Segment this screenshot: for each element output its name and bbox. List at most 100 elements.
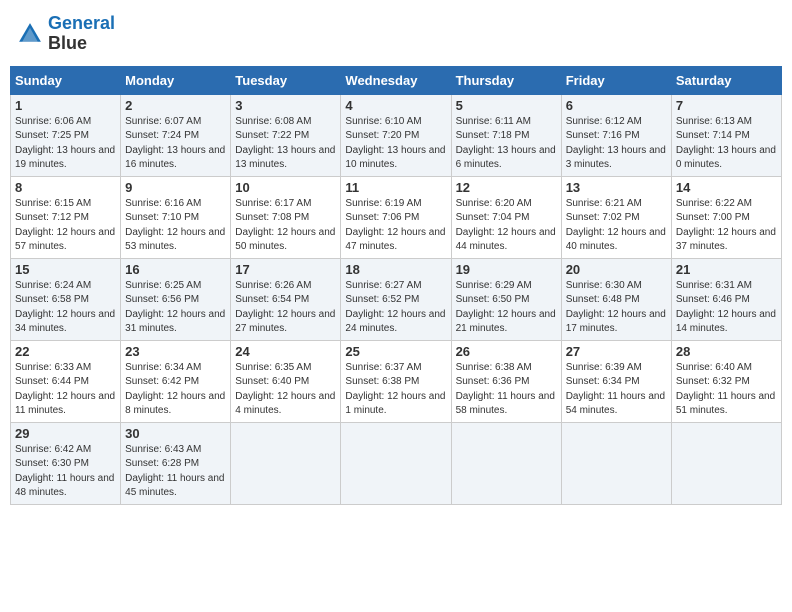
- day-detail: Sunrise: 6:24 AMSunset: 6:58 PMDaylight:…: [15, 280, 115, 335]
- day-number: 23: [125, 344, 226, 359]
- day-number: 3: [235, 98, 336, 113]
- day-number: 20: [566, 262, 667, 277]
- day-number: 18: [345, 262, 446, 277]
- day-number: 14: [676, 180, 777, 195]
- day-detail: Sunrise: 6:34 AMSunset: 6:42 PMDaylight:…: [125, 362, 225, 417]
- day-detail: Sunrise: 6:26 AMSunset: 6:54 PMDaylight:…: [235, 280, 335, 335]
- calendar-cell: 25 Sunrise: 6:37 AMSunset: 6:38 PMDaylig…: [341, 340, 451, 422]
- calendar-cell: 16 Sunrise: 6:25 AMSunset: 6:56 PMDaylig…: [121, 258, 231, 340]
- calendar-cell: 11 Sunrise: 6:19 AMSunset: 7:06 PMDaylig…: [341, 176, 451, 258]
- day-detail: Sunrise: 6:40 AMSunset: 6:32 PMDaylight:…: [676, 362, 775, 417]
- day-detail: Sunrise: 6:31 AMSunset: 6:46 PMDaylight:…: [676, 280, 776, 335]
- calendar-cell: 27 Sunrise: 6:39 AMSunset: 6:34 PMDaylig…: [561, 340, 671, 422]
- day-detail: Sunrise: 6:42 AMSunset: 6:30 PMDaylight:…: [15, 444, 114, 499]
- calendar-cell: 1 Sunrise: 6:06 AMSunset: 7:25 PMDayligh…: [11, 94, 121, 176]
- calendar-cell: 4 Sunrise: 6:10 AMSunset: 7:20 PMDayligh…: [341, 94, 451, 176]
- calendar-cell: 24 Sunrise: 6:35 AMSunset: 6:40 PMDaylig…: [231, 340, 341, 422]
- calendar-cell: 2 Sunrise: 6:07 AMSunset: 7:24 PMDayligh…: [121, 94, 231, 176]
- calendar-cell: 19 Sunrise: 6:29 AMSunset: 6:50 PMDaylig…: [451, 258, 561, 340]
- calendar-cell: 17 Sunrise: 6:26 AMSunset: 6:54 PMDaylig…: [231, 258, 341, 340]
- day-detail: Sunrise: 6:37 AMSunset: 6:38 PMDaylight:…: [345, 362, 445, 417]
- day-number: 13: [566, 180, 667, 195]
- day-detail: Sunrise: 6:20 AMSunset: 7:04 PMDaylight:…: [456, 198, 556, 253]
- calendar-cell: [231, 422, 341, 504]
- logo-icon: [16, 20, 44, 48]
- calendar-cell: 14 Sunrise: 6:22 AMSunset: 7:00 PMDaylig…: [671, 176, 781, 258]
- weekday-header-saturday: Saturday: [671, 66, 781, 94]
- day-number: 9: [125, 180, 226, 195]
- day-number: 1: [15, 98, 116, 113]
- day-detail: Sunrise: 6:06 AMSunset: 7:25 PMDaylight:…: [15, 116, 115, 171]
- day-detail: Sunrise: 6:30 AMSunset: 6:48 PMDaylight:…: [566, 280, 666, 335]
- day-detail: Sunrise: 6:33 AMSunset: 6:44 PMDaylight:…: [15, 362, 115, 417]
- weekday-header-wednesday: Wednesday: [341, 66, 451, 94]
- day-detail: Sunrise: 6:10 AMSunset: 7:20 PMDaylight:…: [345, 116, 445, 171]
- day-detail: Sunrise: 6:29 AMSunset: 6:50 PMDaylight:…: [456, 280, 556, 335]
- day-detail: Sunrise: 6:16 AMSunset: 7:10 PMDaylight:…: [125, 198, 225, 253]
- day-detail: Sunrise: 6:25 AMSunset: 6:56 PMDaylight:…: [125, 280, 225, 335]
- day-number: 7: [676, 98, 777, 113]
- calendar-cell: 13 Sunrise: 6:21 AMSunset: 7:02 PMDaylig…: [561, 176, 671, 258]
- day-detail: Sunrise: 6:11 AMSunset: 7:18 PMDaylight:…: [456, 116, 556, 171]
- logo-text: GeneralBlue: [48, 14, 115, 54]
- day-detail: Sunrise: 6:13 AMSunset: 7:14 PMDaylight:…: [676, 116, 776, 171]
- calendar-cell: 30 Sunrise: 6:43 AMSunset: 6:28 PMDaylig…: [121, 422, 231, 504]
- day-number: 24: [235, 344, 336, 359]
- day-detail: Sunrise: 6:07 AMSunset: 7:24 PMDaylight:…: [125, 116, 225, 171]
- calendar-cell: 10 Sunrise: 6:17 AMSunset: 7:08 PMDaylig…: [231, 176, 341, 258]
- calendar-cell: 26 Sunrise: 6:38 AMSunset: 6:36 PMDaylig…: [451, 340, 561, 422]
- calendar-cell: 21 Sunrise: 6:31 AMSunset: 6:46 PMDaylig…: [671, 258, 781, 340]
- day-number: 28: [676, 344, 777, 359]
- calendar-cell: 15 Sunrise: 6:24 AMSunset: 6:58 PMDaylig…: [11, 258, 121, 340]
- day-number: 29: [15, 426, 116, 441]
- day-number: 16: [125, 262, 226, 277]
- day-detail: Sunrise: 6:27 AMSunset: 6:52 PMDaylight:…: [345, 280, 445, 335]
- calendar-cell: 18 Sunrise: 6:27 AMSunset: 6:52 PMDaylig…: [341, 258, 451, 340]
- weekday-header-monday: Monday: [121, 66, 231, 94]
- calendar-cell: 9 Sunrise: 6:16 AMSunset: 7:10 PMDayligh…: [121, 176, 231, 258]
- calendar-cell: [671, 422, 781, 504]
- calendar-cell: 5 Sunrise: 6:11 AMSunset: 7:18 PMDayligh…: [451, 94, 561, 176]
- day-number: 17: [235, 262, 336, 277]
- day-detail: Sunrise: 6:21 AMSunset: 7:02 PMDaylight:…: [566, 198, 666, 253]
- day-detail: Sunrise: 6:38 AMSunset: 6:36 PMDaylight:…: [456, 362, 555, 417]
- calendar-cell: 6 Sunrise: 6:12 AMSunset: 7:16 PMDayligh…: [561, 94, 671, 176]
- day-number: 25: [345, 344, 446, 359]
- day-number: 15: [15, 262, 116, 277]
- day-detail: Sunrise: 6:17 AMSunset: 7:08 PMDaylight:…: [235, 198, 335, 253]
- calendar-cell: [561, 422, 671, 504]
- calendar-cell: 8 Sunrise: 6:15 AMSunset: 7:12 PMDayligh…: [11, 176, 121, 258]
- day-number: 27: [566, 344, 667, 359]
- calendar-table: SundayMondayTuesdayWednesdayThursdayFrid…: [10, 66, 782, 505]
- calendar-cell: 28 Sunrise: 6:40 AMSunset: 6:32 PMDaylig…: [671, 340, 781, 422]
- day-number: 26: [456, 344, 557, 359]
- calendar-cell: [341, 422, 451, 504]
- day-number: 21: [676, 262, 777, 277]
- calendar-cell: [451, 422, 561, 504]
- calendar-cell: 20 Sunrise: 6:30 AMSunset: 6:48 PMDaylig…: [561, 258, 671, 340]
- day-number: 8: [15, 180, 116, 195]
- day-number: 2: [125, 98, 226, 113]
- day-number: 12: [456, 180, 557, 195]
- weekday-header-tuesday: Tuesday: [231, 66, 341, 94]
- weekday-header-friday: Friday: [561, 66, 671, 94]
- day-detail: Sunrise: 6:22 AMSunset: 7:00 PMDaylight:…: [676, 198, 776, 253]
- calendar-cell: 7 Sunrise: 6:13 AMSunset: 7:14 PMDayligh…: [671, 94, 781, 176]
- calendar-cell: 12 Sunrise: 6:20 AMSunset: 7:04 PMDaylig…: [451, 176, 561, 258]
- logo: GeneralBlue: [16, 14, 115, 54]
- day-detail: Sunrise: 6:12 AMSunset: 7:16 PMDaylight:…: [566, 116, 666, 171]
- day-number: 4: [345, 98, 446, 113]
- day-number: 19: [456, 262, 557, 277]
- day-number: 5: [456, 98, 557, 113]
- page-header: GeneralBlue: [10, 10, 782, 58]
- calendar-cell: 23 Sunrise: 6:34 AMSunset: 6:42 PMDaylig…: [121, 340, 231, 422]
- day-number: 10: [235, 180, 336, 195]
- day-detail: Sunrise: 6:08 AMSunset: 7:22 PMDaylight:…: [235, 116, 335, 171]
- weekday-header-thursday: Thursday: [451, 66, 561, 94]
- calendar-cell: 22 Sunrise: 6:33 AMSunset: 6:44 PMDaylig…: [11, 340, 121, 422]
- day-detail: Sunrise: 6:43 AMSunset: 6:28 PMDaylight:…: [125, 444, 224, 499]
- calendar-cell: 3 Sunrise: 6:08 AMSunset: 7:22 PMDayligh…: [231, 94, 341, 176]
- day-detail: Sunrise: 6:19 AMSunset: 7:06 PMDaylight:…: [345, 198, 445, 253]
- day-number: 6: [566, 98, 667, 113]
- day-detail: Sunrise: 6:35 AMSunset: 6:40 PMDaylight:…: [235, 362, 335, 417]
